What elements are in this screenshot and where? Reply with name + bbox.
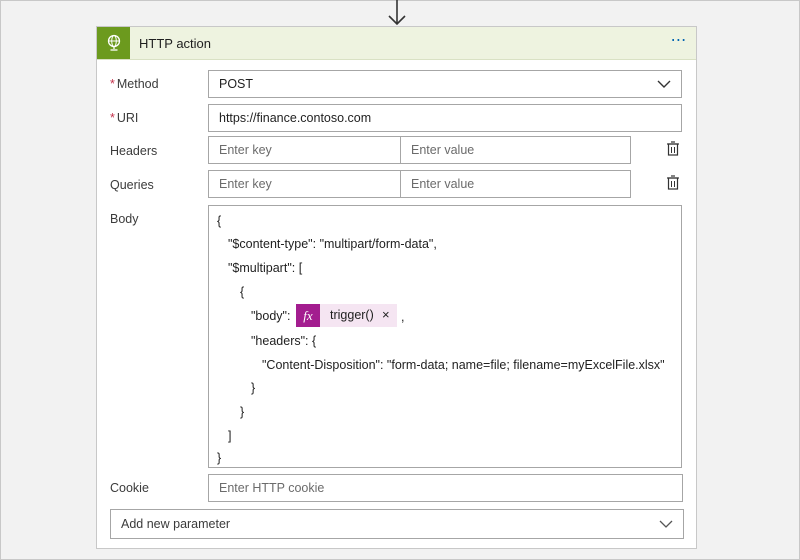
cookie-input[interactable]: Enter HTTP cookie <box>208 474 683 502</box>
card-title: HTTP action <box>139 36 212 51</box>
add-parameter-dropdown[interactable]: Add new parameter <box>110 509 684 539</box>
globe-icon <box>97 27 130 59</box>
expression-token[interactable]: fx trigger() × <box>296 304 397 327</box>
uri-value: https://finance.contoso.com <box>219 111 372 125</box>
headers-value-input[interactable]: Enter value <box>401 137 630 163</box>
body-label: Body <box>110 212 139 226</box>
code-line: { <box>240 285 245 299</box>
code-line: } <box>251 381 256 395</box>
code-line: } <box>217 451 222 465</box>
more-options-button[interactable]: ⋯ <box>668 31 690 53</box>
token-label: trigger() <box>330 308 374 322</box>
cookie-label: Cookie <box>110 481 149 495</box>
more-dots-icon: ⋯ <box>670 32 688 49</box>
queries-delete-icon[interactable] <box>665 175 681 191</box>
headers-label: Headers <box>110 144 158 158</box>
code-line: "$content-type": "multipart/form-data", <box>228 237 437 251</box>
code-line: ] <box>228 429 232 443</box>
method-label: * Method <box>110 77 159 91</box>
chevron-down-icon <box>659 520 673 528</box>
queries-label: Queries <box>110 178 154 192</box>
add-parameter-label: Add new parameter <box>121 517 231 531</box>
code-comma: , <box>401 310 405 324</box>
code-line: "$multipart": [ <box>228 261 303 275</box>
headers-row: Enter key Enter value <box>208 136 631 164</box>
uri-label: * URI <box>110 111 139 125</box>
uri-input[interactable]: https://finance.contoso.com <box>208 104 682 132</box>
body-editor[interactable]: { "$content-type": "multipart/form-data"… <box>208 205 682 468</box>
card-header[interactable]: HTTP action ⋯ <box>97 27 696 60</box>
flow-arrow-down-icon <box>388 0 406 26</box>
code-line: "Content-Disposition": "form-data; name=… <box>262 358 665 372</box>
code-line: "body": <box>251 309 291 323</box>
code-line: { <box>217 214 222 228</box>
headers-delete-icon[interactable] <box>665 141 681 157</box>
queries-key-input[interactable]: Enter key <box>209 171 401 197</box>
chevron-down-icon <box>657 80 671 88</box>
http-action-card: HTTP action ⋯ * Method POST * URI https://… <box>96 26 697 549</box>
queries-row: Enter key Enter value <box>208 170 631 198</box>
queries-value-input[interactable]: Enter value <box>401 171 630 197</box>
method-select[interactable]: POST <box>208 70 682 98</box>
function-icon: fx <box>296 304 320 327</box>
headers-key-input[interactable]: Enter key <box>209 137 401 163</box>
code-line: } <box>240 405 245 419</box>
method-value: POST <box>219 77 254 91</box>
code-line: "headers": { <box>251 334 317 348</box>
token-remove-button[interactable]: × <box>382 307 390 322</box>
